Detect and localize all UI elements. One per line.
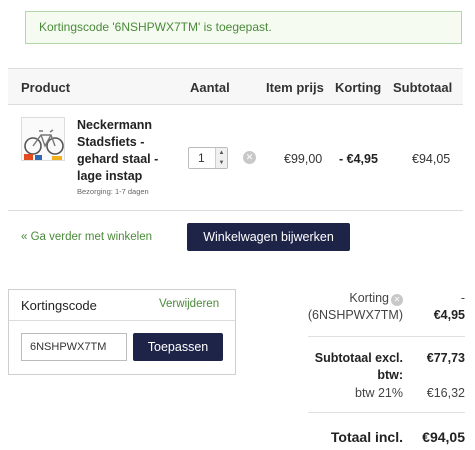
quantity-stepper[interactable]: 1 ▲ ▼ bbox=[188, 147, 228, 169]
chevron-down-icon[interactable]: ▼ bbox=[216, 158, 227, 168]
item-discount: - €4,95 bbox=[339, 152, 378, 166]
coupon-code-input[interactable]: 6NSHPWX7TM bbox=[21, 333, 127, 361]
vat-value: €16,32 bbox=[426, 386, 465, 400]
discount-label-row: Korting ✕ bbox=[290, 290, 403, 307]
update-cart-button[interactable]: Winkelwagen bijwerken bbox=[187, 223, 350, 251]
header-item-price: Item prijs bbox=[266, 80, 324, 95]
total-value: €94,05 bbox=[422, 429, 465, 445]
discount-code: (6NSHPWX7TM) bbox=[307, 308, 403, 322]
remove-item-icon[interactable]: ✕ bbox=[243, 151, 256, 164]
coupon-applied-alert: Kortingscode '6NSHPWX7TM' is toegepast. bbox=[25, 11, 462, 44]
subtotal-value: €77,73 bbox=[426, 351, 465, 365]
discount-total: €4,95 bbox=[433, 308, 465, 322]
discount-dash: - bbox=[460, 291, 465, 305]
alert-text: Kortingscode '6NSHPWX7TM' is toegepast. bbox=[39, 20, 272, 34]
continue-shopping-link[interactable]: « Ga verder met winkelen bbox=[21, 231, 152, 243]
header-subtotal: Subtotaal bbox=[393, 80, 453, 95]
product-name[interactable]: Neckermann Stadsfiets - gehard staal - l… bbox=[77, 117, 172, 185]
product-thumbnail[interactable] bbox=[21, 117, 65, 161]
subtotal-label-line1: Subtotaal excl. bbox=[314, 351, 403, 365]
item-subtotal: €94,05 bbox=[412, 152, 451, 166]
subtotal-label-line2: btw: bbox=[377, 368, 403, 382]
bicycle-image bbox=[22, 118, 64, 160]
header-product: Product bbox=[21, 80, 71, 95]
divider bbox=[9, 320, 235, 321]
chevron-up-icon[interactable]: ▲ bbox=[216, 148, 227, 158]
vat-label: btw 21% bbox=[355, 386, 403, 400]
quantity-value[interactable]: 1 bbox=[198, 151, 205, 165]
header-discount: Korting bbox=[335, 80, 382, 95]
cart-row: Neckermann Stadsfiets - gehard staal - l… bbox=[8, 105, 463, 211]
apply-coupon-button[interactable]: Toepassen bbox=[133, 333, 223, 361]
total-label: Totaal incl. bbox=[330, 429, 403, 445]
item-price: €99,00 bbox=[284, 152, 323, 166]
divider bbox=[308, 336, 465, 337]
discount-label: Korting bbox=[349, 291, 389, 305]
quantity-spinner[interactable]: ▲ ▼ bbox=[215, 148, 227, 168]
remove-discount-icon[interactable]: ✕ bbox=[391, 294, 403, 306]
divider bbox=[308, 412, 465, 413]
remove-coupon-link[interactable]: Verwijderen bbox=[159, 298, 219, 310]
coupon-box: Kortingscode Verwijderen 6NSHPWX7TM Toep… bbox=[8, 289, 236, 375]
cart-table: Product Aantal Item prijs Korting Subtot… bbox=[8, 68, 463, 251]
header-quantity: Aantal bbox=[190, 80, 230, 95]
order-totals: Korting ✕ (6NSHPWX7TM) - €4,95 Subtotaal … bbox=[290, 290, 470, 450]
coupon-title: Kortingscode bbox=[21, 298, 97, 313]
delivery-time: Bezorging: 1-7 dagen bbox=[77, 187, 149, 196]
cart-actions: « Ga verder met winkelen Winkelwagen bij… bbox=[8, 211, 463, 252]
cart-table-header: Product Aantal Item prijs Korting Subtot… bbox=[8, 69, 463, 105]
